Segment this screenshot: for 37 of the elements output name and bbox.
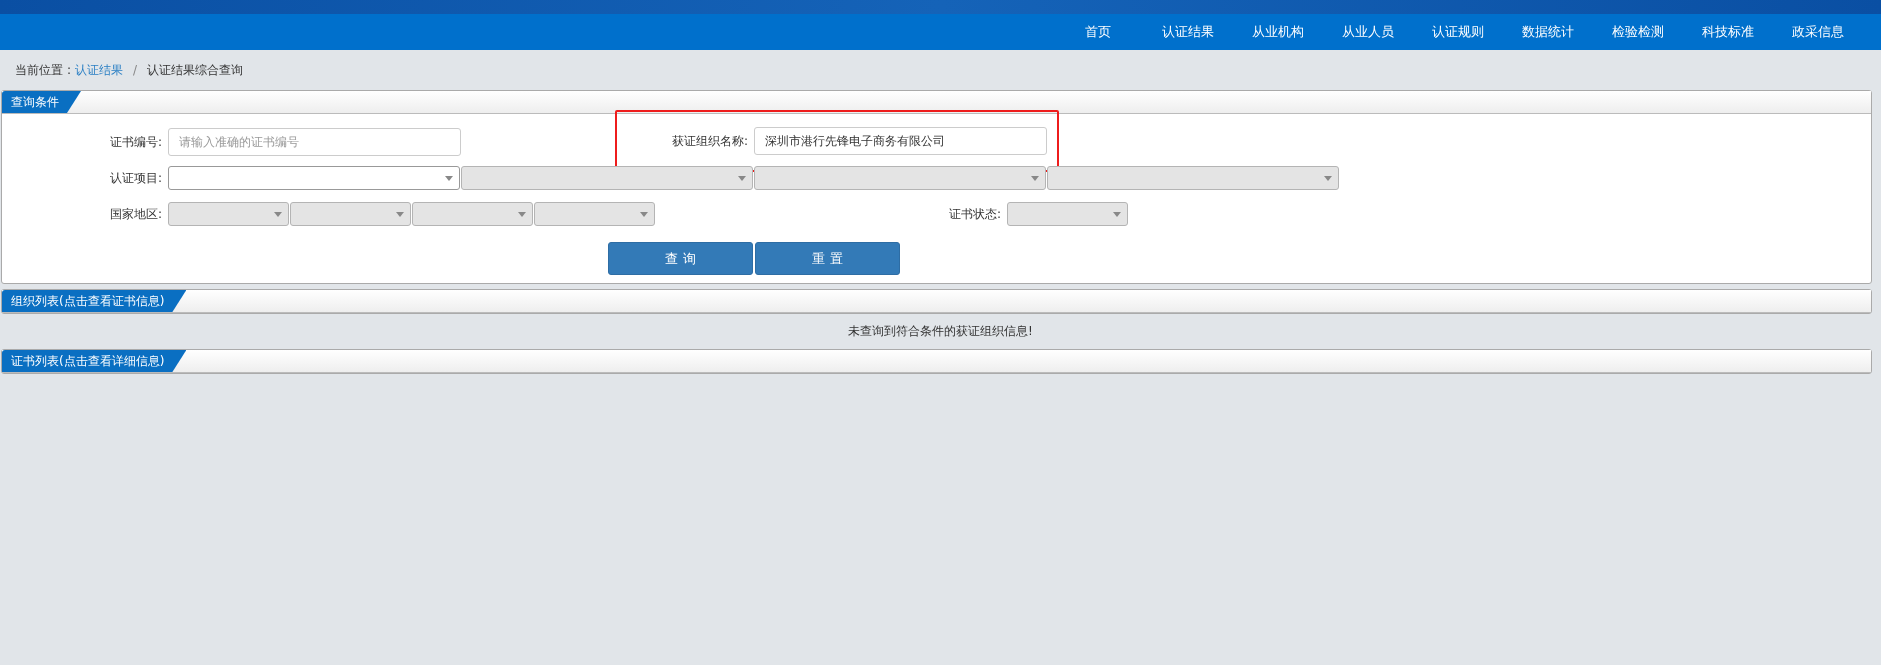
nav-link[interactable]: 首页 (1053, 23, 1143, 41)
breadcrumb-current: 认证结果综合查询 (147, 61, 244, 79)
reset-button[interactable]: 重 置 (755, 242, 900, 275)
panel-title: 证书列表(点击查看详细信息) (2, 350, 187, 372)
caret-icon (274, 211, 282, 217)
empty-message: 未查询到符合条件的获证组织信息! (847, 323, 1034, 340)
nav-link[interactable]: 科技标准 (1683, 23, 1773, 41)
caret-icon (445, 175, 453, 181)
certificate-number-field[interactable]: 请输入准确的证书编号 (168, 128, 461, 156)
caret-icon (1031, 175, 1039, 181)
field-label: 国家地区: (108, 205, 163, 223)
nav-link[interactable]: 从业机构 (1233, 23, 1323, 41)
breadcrumb-separator: / (133, 63, 138, 77)
nav-link[interactable]: 认证规则 (1413, 23, 1503, 41)
field-label: 证书编号: (108, 133, 163, 151)
breadcrumb-label: 当前位置 (15, 61, 63, 79)
caret-icon (1113, 211, 1121, 217)
nav-link[interactable]: 政采信息 (1773, 23, 1863, 41)
caret-icon (396, 211, 404, 217)
nav-link[interactable]: 检验检测 (1593, 23, 1683, 41)
breadcrumb-colon: : (67, 63, 72, 77)
breadcrumb-link[interactable]: 认证结果 (75, 61, 124, 79)
nav-link[interactable]: 从业人员 (1323, 23, 1413, 41)
caret-icon (640, 211, 648, 217)
nav-link[interactable]: 数据统计 (1503, 23, 1593, 41)
field-label: 认证项目: (108, 169, 163, 187)
caret-icon (1324, 175, 1332, 181)
panel-title: 组织列表(点击查看证书信息) (2, 290, 187, 312)
caret-icon (738, 175, 746, 181)
caret-icon (518, 211, 526, 217)
organization-name-field[interactable]: 深圳市港行先锋电子商务有限公司 (754, 127, 1047, 155)
search-button[interactable]: 查 询 (608, 242, 753, 275)
panel-title: 查询条件 (2, 91, 81, 113)
nav-link[interactable]: 认证结果 (1143, 23, 1233, 41)
field-label: 证书状态: (947, 205, 1002, 223)
field-label: 获证组织名称: (670, 132, 749, 150)
dropdown[interactable] (168, 166, 460, 190)
